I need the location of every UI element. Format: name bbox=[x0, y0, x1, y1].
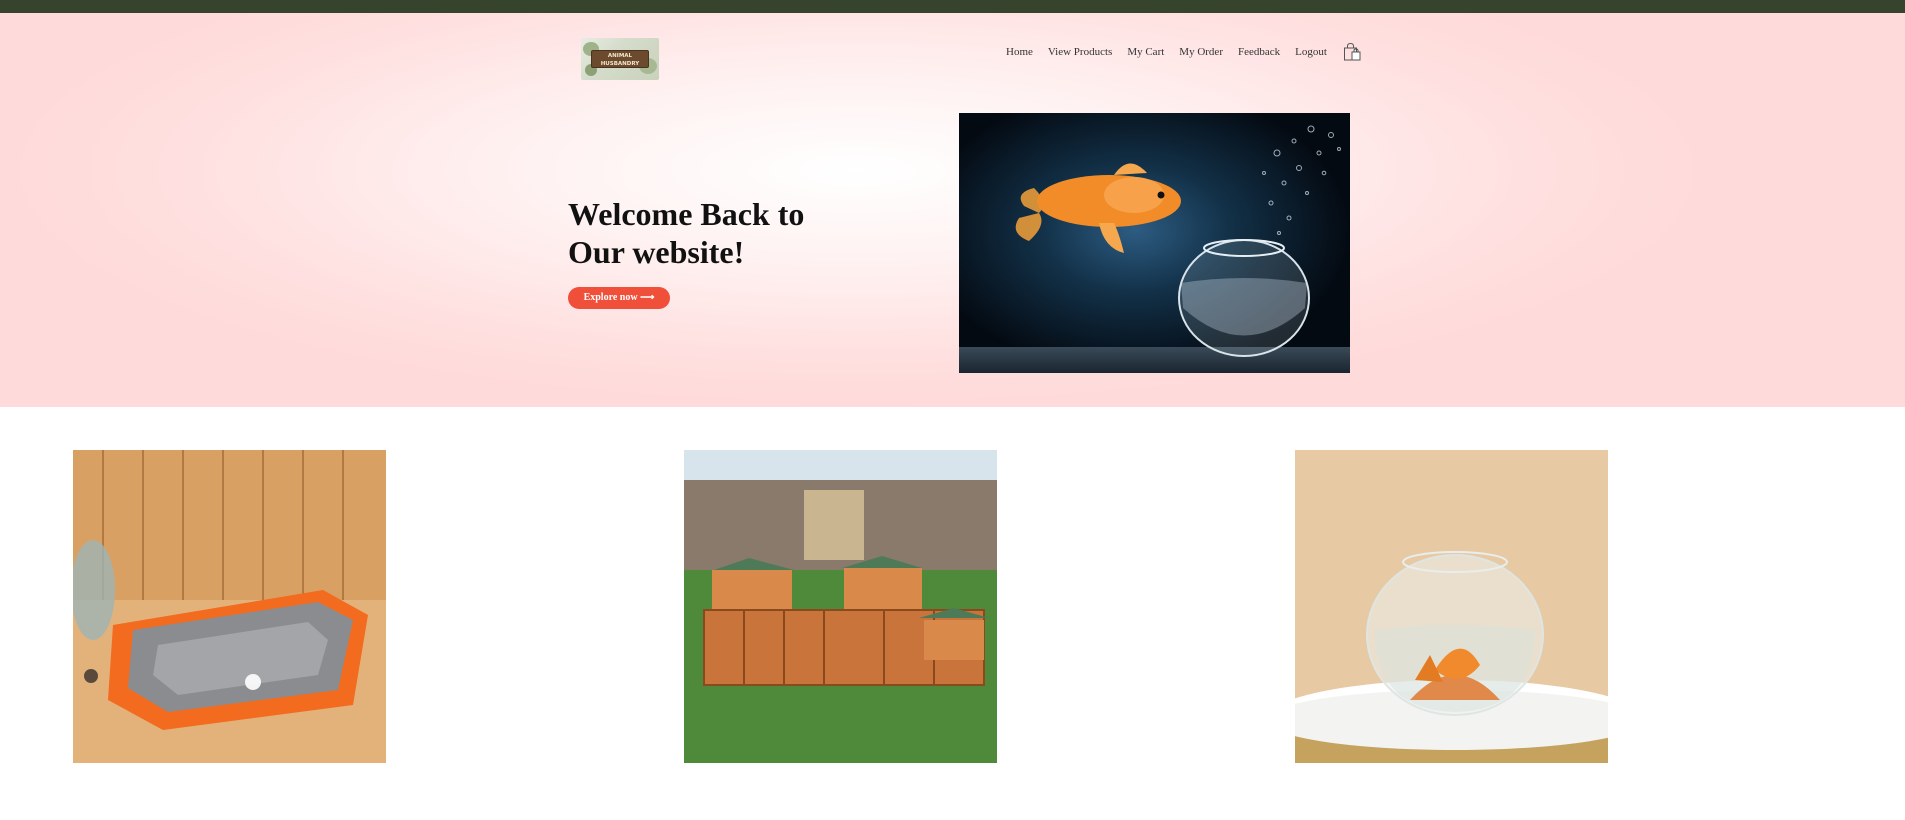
shopping-bag-icon[interactable] bbox=[1342, 42, 1362, 62]
chicken-coop-illustration bbox=[684, 450, 997, 763]
logo-banner: ANIMAL HUSBANDRY bbox=[591, 50, 649, 68]
hero-section: ANIMAL HUSBANDRY Home View Products My C… bbox=[0, 13, 1905, 407]
pet-bed-illustration bbox=[73, 450, 386, 763]
goldfish-jumping-into-bowl bbox=[959, 113, 1350, 373]
wooden-chicken-coop[interactable] bbox=[684, 450, 997, 763]
fish-bowl-illustration bbox=[1295, 450, 1608, 763]
nav-home[interactable]: Home bbox=[1006, 46, 1033, 58]
nav-feedback[interactable]: Feedback bbox=[1238, 46, 1280, 58]
logo-text-line1: ANIMAL bbox=[607, 53, 633, 59]
logo-text-line2: HUSBANDRY bbox=[600, 61, 640, 67]
nav-my-order[interactable]: My Order bbox=[1179, 46, 1223, 58]
goldfish-illustration bbox=[1015, 125, 1341, 357]
main-nav: Home View Products My Cart My Order Feed… bbox=[1006, 42, 1362, 62]
nav-logout[interactable]: Logout bbox=[1295, 46, 1327, 58]
nav-my-cart[interactable]: My Cart bbox=[1127, 46, 1164, 58]
hero-title-line2: Our website! bbox=[568, 234, 745, 270]
glass-fish-bowl[interactable] bbox=[1295, 450, 1608, 763]
product-showcase bbox=[0, 450, 1905, 763]
hero-title-line1: Welcome Back to bbox=[568, 196, 805, 232]
explore-now-button[interactable]: Explore now ⟶ bbox=[568, 287, 670, 309]
nav-view-products[interactable]: View Products bbox=[1048, 46, 1112, 58]
orange-pet-bed[interactable] bbox=[73, 450, 386, 763]
hero-title: Welcome Back to Our website! bbox=[568, 195, 928, 271]
animal-husbandry-logo[interactable]: ANIMAL HUSBANDRY bbox=[581, 38, 659, 80]
top-strip bbox=[0, 0, 1905, 13]
